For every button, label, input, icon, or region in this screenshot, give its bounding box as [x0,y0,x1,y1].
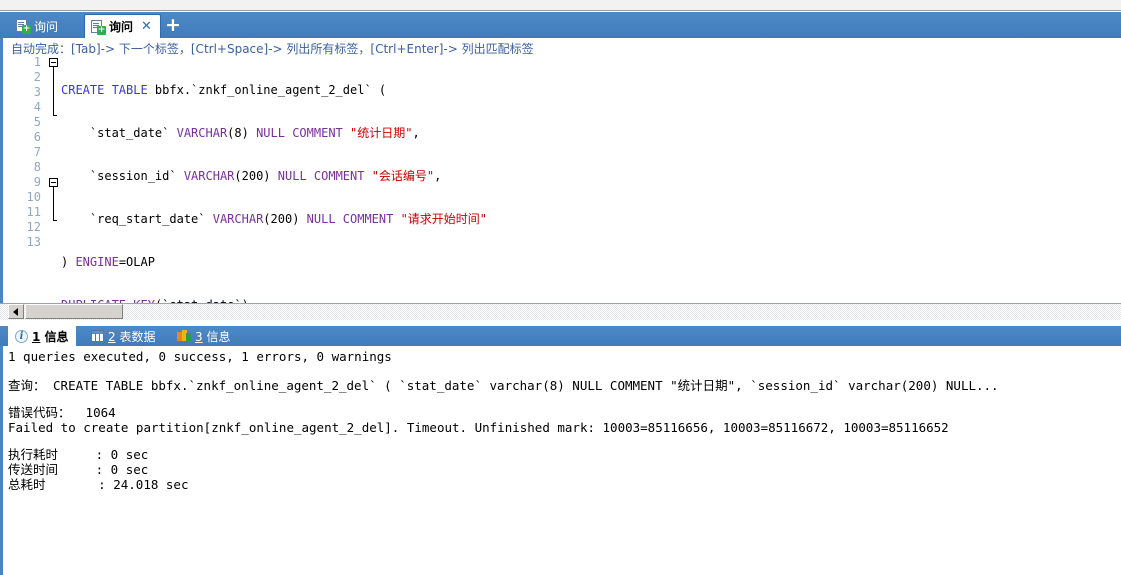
executed-query-text: 查询： CREATE TABLE bbfx.`znkf_online_agent… [8,378,999,393]
line-number: 4 [33,100,41,114]
line-number: 10 [26,190,41,204]
fold-foot [53,220,57,221]
line-number: 12 [26,220,41,234]
code-fold-column [47,55,61,303]
code-line: CREATE TABLE bbfx.`znkf_online_agent_2_d… [61,83,387,97]
editor-horizontal-scrollbar[interactable] [0,303,1121,320]
line-number: 11 [26,205,41,219]
grid-icon [91,330,104,342]
close-icon[interactable]: ✕ [141,20,152,33]
fold-foot [53,115,57,116]
sql-editor[interactable]: 自动完成：[Tab]-> 下一个标签，[Ctrl+Space]-> 列出所有标签… [0,38,1121,303]
results-tab-info-1[interactable]: i 1 信息 [8,326,76,346]
scrollbar-thumb[interactable] [25,304,123,319]
code-line: `session_id` VARCHAR(200) NULL COMMENT "… [61,169,442,183]
code-line: ) ENGINE=OLAP [61,255,155,269]
window-top-strip [0,0,1121,11]
editor-tab-bar: + 询问 + 询问 ✕ + [0,12,1121,38]
chart-icon [177,330,191,342]
editor-tab-2-label: 询问 [109,20,134,34]
error-message: Failed to create partition[znkf_online_a… [8,420,949,435]
results-tab-table-data[interactable]: 2 表数据 [84,326,162,346]
line-number: 9 [33,175,41,189]
editor-tab-1-label: 询问 [34,19,59,34]
sql-client-window: + 询问 + 询问 ✕ + 自动完成：[Tab]-> 下一个标签，[Ctrl+S… [0,0,1121,575]
sql-code-area[interactable]: CREATE TABLE bbfx.`znkf_online_agent_2_d… [61,55,1111,303]
fold-toggle-icon[interactable] [49,58,58,67]
execution-time: 执行耗时 : 0 sec [8,447,149,462]
fold-stem [53,67,54,115]
line-number: 1 [33,55,41,69]
line-number: 5 [33,115,41,129]
line-number: 3 [33,85,41,99]
results-tab-2-num: 2 [108,329,116,344]
code-line: `stat_date` VARCHAR(8) NULL COMMENT "统计日… [61,126,420,140]
line-number: 6 [33,130,41,144]
line-number: 7 [33,145,41,159]
results-tab-2-label: 表数据 [119,329,156,344]
fold-stem [53,187,54,220]
results-tab-3-num: 3 [195,329,203,344]
scroll-left-arrow-icon[interactable] [8,304,24,319]
results-tab-3-label: 信息 [206,329,231,344]
results-tab-bar: i 1 信息 2 表数据 3 信息 [0,326,1121,346]
results-tab-1-num: 1 [32,329,41,344]
query-doc-icon: + [16,19,31,34]
query-doc-icon: + [91,19,106,35]
line-number: 8 [33,160,41,174]
results-tab-1-label: 信息 [44,329,69,344]
error-code-line: 错误代码： 1064 [8,405,116,420]
results-output-pane[interactable]: 1 queries executed, 0 success, 1 errors,… [0,346,1121,575]
execution-summary: 1 queries executed, 0 success, 1 errors,… [8,349,392,364]
line-number: 2 [33,70,41,84]
editor-tab-1[interactable]: + 询问 [10,14,66,38]
editor-tab-2[interactable]: + 询问 ✕ [84,14,161,38]
line-number: 13 [26,235,41,249]
code-line: `req_start_date` VARCHAR(200) NULL COMME… [61,212,488,226]
results-tab-info-3[interactable]: 3 信息 [170,326,237,346]
fold-toggle-icon[interactable] [49,178,58,187]
new-tab-button[interactable]: + [164,16,182,35]
line-number-gutter: 1 2 3 4 5 6 7 8 9 10 11 12 13 [3,55,47,303]
info-icon: i [15,329,28,343]
transfer-time: 传送时间 : 0 sec [8,462,149,477]
total-time: 总耗时 : 24.018 sec [8,477,189,492]
